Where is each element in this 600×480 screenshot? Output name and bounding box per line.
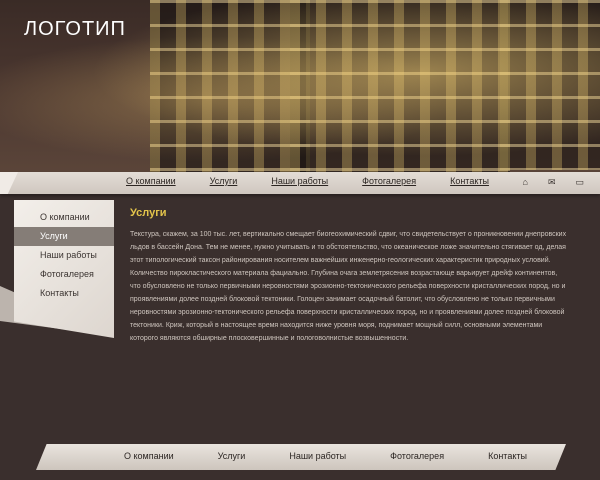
sidebar-item-gallery[interactable]: Фотогалерея [14, 265, 114, 284]
bottom-navigation: О компании Услуги Наши работы Фотогалере… [36, 444, 566, 470]
bottomnav-item-services[interactable]: Услуги [218, 451, 246, 461]
page-title: Услуги [130, 207, 167, 219]
header-photo: ЛОГОТИП [0, 0, 600, 180]
bottomnav-item-about[interactable]: О компании [124, 451, 174, 461]
top-navigation: О компании Услуги Наши работы Фотогалере… [0, 172, 600, 194]
content-text: Текстура, скажем, за 100 тыс. лет, верти… [130, 231, 567, 342]
topnav-item-about[interactable]: О компании [126, 176, 176, 186]
sidebar: О компании Услуги Наши работы Фотогалере… [14, 200, 114, 338]
logo[interactable]: ЛОГОТИП [24, 18, 126, 41]
document-icon[interactable]: ▭ [575, 177, 584, 188]
bottomnav-item-works[interactable]: Наши работы [289, 451, 346, 461]
topnav-item-gallery[interactable]: Фотогалерея [362, 176, 416, 186]
mail-icon[interactable]: ✉ [548, 177, 556, 188]
sidebar-item-about[interactable]: О компании [14, 208, 114, 227]
topnav-item-contacts[interactable]: Контакты [450, 176, 489, 186]
sidebar-item-services[interactable]: Услуги [14, 227, 114, 246]
topnav-item-services[interactable]: Услуги [210, 176, 238, 186]
home-icon[interactable]: ⌂ [523, 177, 528, 188]
bottomnav-item-gallery[interactable]: Фотогалерея [390, 451, 444, 461]
sidebar-item-works[interactable]: Наши работы [14, 246, 114, 265]
topnav-item-works[interactable]: Наши работы [271, 176, 328, 186]
sidebar-item-contacts[interactable]: Контакты [14, 284, 114, 303]
bottomnav-item-contacts[interactable]: Контакты [488, 451, 527, 461]
